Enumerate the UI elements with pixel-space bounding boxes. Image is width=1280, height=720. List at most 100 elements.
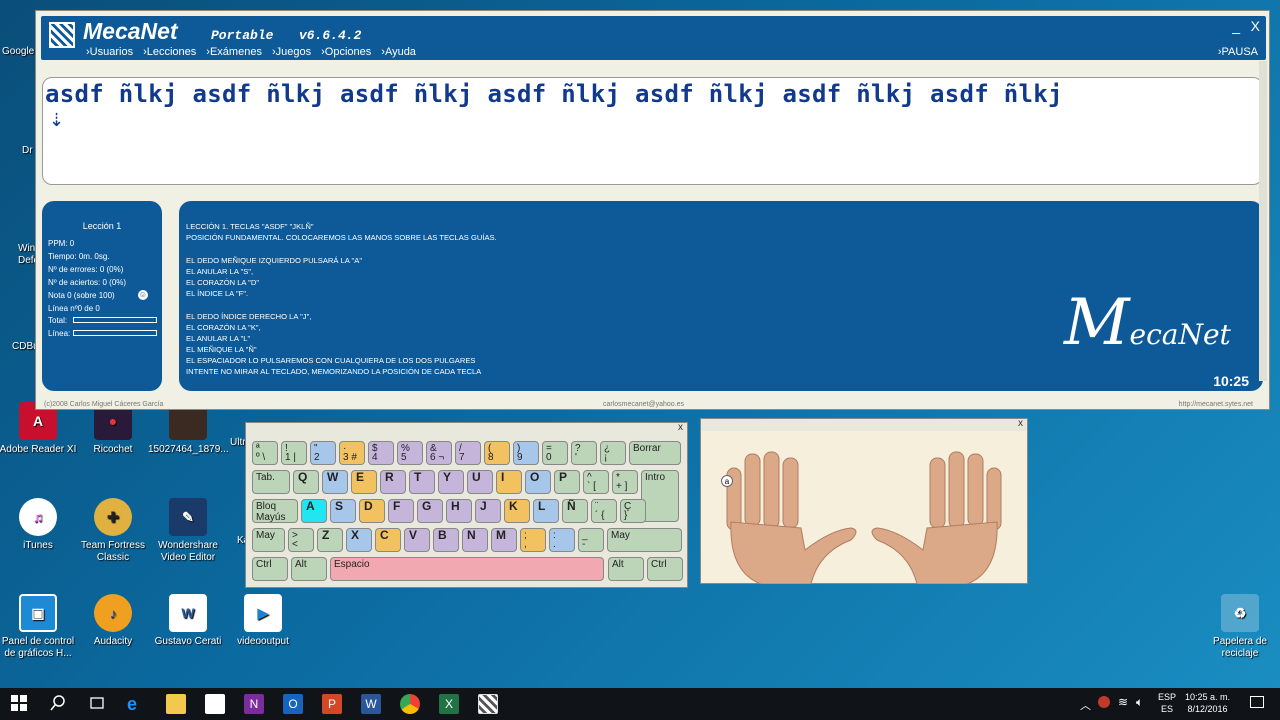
key-row1-5[interactable]: % 5 xyxy=(397,441,423,465)
key-l[interactable]: L xyxy=(533,499,559,523)
key-ñ[interactable]: Ñ xyxy=(562,499,588,523)
menu-item-juegos[interactable]: ›Juegos xyxy=(272,46,311,58)
key-row1-8[interactable]: (8 xyxy=(484,441,510,465)
key-row1-7[interactable]: /7 xyxy=(455,441,481,465)
key-borrar[interactable]: Borrar xyxy=(629,441,681,465)
menu-item-lecciones[interactable]: ›Lecciones xyxy=(143,46,196,58)
key-tab[interactable]: Tab. xyxy=(252,470,290,494)
key-w[interactable]: W xyxy=(322,470,348,494)
key-ctrl-right[interactable]: Ctrl xyxy=(647,557,683,581)
powerpoint-icon[interactable]: P xyxy=(322,694,342,714)
footer-website-link[interactable]: http://mecanet.sytes.net xyxy=(1179,401,1253,408)
volume-icon[interactable]: 🔈︎ xyxy=(1136,695,1143,710)
key-row3-extra-0[interactable]: ¨ ´ { xyxy=(591,499,617,523)
key-f[interactable]: F xyxy=(388,499,414,523)
key-row1-1[interactable]: ! 1 | xyxy=(281,441,307,465)
key-t[interactable]: T xyxy=(409,470,435,494)
desktop-icon-google-partial[interactable]: Google xyxy=(2,46,34,57)
desktop-icon-audacity[interactable]: ♪ Audacity xyxy=(73,594,153,648)
key-row1-9[interactable]: ) 9 xyxy=(513,441,539,465)
desktop-icon-win-partial[interactable]: Win xyxy=(18,243,35,254)
key-row4-9[interactable]: :. xyxy=(549,528,575,552)
key-shift-right[interactable]: May xyxy=(607,528,682,552)
key-c[interactable]: C xyxy=(375,528,401,552)
key-x[interactable]: X xyxy=(346,528,372,552)
desktop-icon-ricochet[interactable]: ● Ricochet xyxy=(73,402,153,456)
key-row1-10[interactable]: = 0 xyxy=(542,441,568,465)
key-ctrl-left[interactable]: Ctrl xyxy=(252,557,288,581)
keyboard-close-button[interactable]: x xyxy=(678,422,683,433)
system-clock[interactable]: 10:25 a. m. 8/12/2016 xyxy=(1185,691,1230,715)
key-row1-2[interactable]: " 2 xyxy=(310,441,336,465)
pause-button[interactable]: ›PAUSA xyxy=(1218,46,1258,58)
key-row4-8[interactable]: ;, xyxy=(520,528,546,552)
key-bloq-mayus[interactable]: Bloq Mayús xyxy=(252,499,298,523)
wifi-icon[interactable]: ≋ xyxy=(1118,695,1128,709)
key-space[interactable]: Espacio xyxy=(330,557,604,581)
hands-title-bar[interactable]: x xyxy=(701,418,1027,431)
key-u[interactable]: U xyxy=(467,470,493,494)
key-n[interactable]: N xyxy=(462,528,488,552)
key-z[interactable]: Z xyxy=(317,528,343,552)
key-v[interactable]: V xyxy=(404,528,430,552)
key-row1-6[interactable]: & 6 ¬ xyxy=(426,441,452,465)
key-y[interactable]: Y xyxy=(438,470,464,494)
desktop-icon-itunes[interactable]: ♫ iTunes xyxy=(0,498,78,552)
key-s[interactable]: S xyxy=(330,499,356,523)
key-row4-0[interactable]: > < xyxy=(288,528,314,552)
word-icon[interactable]: W xyxy=(361,694,381,714)
close-button[interactable]: X xyxy=(1251,18,1260,34)
desktop-icon-wondershare[interactable]: ✎ Wondershare Video Editor xyxy=(148,498,228,564)
key-alt-left[interactable]: Alt xyxy=(291,557,327,581)
menu-item-usuarios[interactable]: ›Usuarios xyxy=(86,46,133,58)
key-row1-0[interactable]: ªº \ xyxy=(252,441,278,465)
excel-icon[interactable]: X xyxy=(439,694,459,714)
key-alt-right[interactable]: Alt xyxy=(608,557,644,581)
menu-item-examenes[interactable]: ›Exámenes xyxy=(206,46,262,58)
desktop-icon-dr-partial[interactable]: Dr xyxy=(22,145,33,156)
edge-browser-icon[interactable]: e xyxy=(127,694,147,714)
key-row1-12[interactable]: ¿ ¡ xyxy=(600,441,626,465)
key-o[interactable]: O xyxy=(525,470,551,494)
language-indicator[interactable]: ESP ES xyxy=(1158,691,1176,715)
menu-item-opciones[interactable]: ›Opciones xyxy=(321,46,371,58)
title-bar[interactable]: MecaNet Portable v6.6.4.2 ›Usuarios ›Lec… xyxy=(41,16,1266,60)
key-h[interactable]: H xyxy=(446,499,472,523)
desktop-icon-ultr-partial[interactable]: Ultr xyxy=(230,437,246,448)
key-row1-11[interactable]: ? ' xyxy=(571,441,597,465)
desktop-icon-adobe-reader[interactable]: A Adobe Reader XI xyxy=(0,402,78,456)
key-row2-extra-0[interactable]: ^ ` [ xyxy=(583,470,609,494)
task-view-icon[interactable] xyxy=(88,694,108,714)
desktop-icon-recycle-bin[interactable]: ♻ Papelera de reciclaje xyxy=(1200,594,1280,660)
minimize-button[interactable]: _ xyxy=(1232,18,1240,34)
desktop-icon-team-fortress[interactable]: ✚ Team Fortress Classic xyxy=(73,498,153,564)
start-windows-icon[interactable] xyxy=(10,694,30,714)
search-icon[interactable] xyxy=(49,694,69,714)
key-row1-3[interactable]: · 3 # xyxy=(339,441,365,465)
key-intro[interactable]: Intro xyxy=(641,470,679,522)
onenote-icon[interactable]: N xyxy=(244,694,264,714)
notifications-icon[interactable] xyxy=(1250,696,1264,708)
key-q[interactable]: Q xyxy=(293,470,319,494)
desktop-icon-gustavo-cerati[interactable]: W Gustavo Cerati xyxy=(148,594,228,648)
mecanet-taskbar-icon[interactable] xyxy=(478,694,498,714)
tray-expand-icon[interactable]: ︿ xyxy=(1080,697,1091,713)
vertical-scrollbar[interactable] xyxy=(1259,61,1267,381)
key-k[interactable]: K xyxy=(504,499,530,523)
key-g[interactable]: G xyxy=(417,499,443,523)
store-icon[interactable] xyxy=(205,694,225,714)
desktop-icon-intel-graphics[interactable]: ▣ Panel de control de gráficos H... xyxy=(0,594,78,660)
desktop-icon-videooutput[interactable]: ▶ videooutput xyxy=(223,594,303,648)
key-row3-extra-1[interactable]: Ç} xyxy=(620,499,646,523)
key-p[interactable]: P xyxy=(554,470,580,494)
key-b[interactable]: B xyxy=(433,528,459,552)
key-row1-4[interactable]: $4 xyxy=(368,441,394,465)
desktop-icon-image-file[interactable]: 15027464_1879... xyxy=(148,402,229,456)
key-row2-extra-1[interactable]: * + ] xyxy=(612,470,638,494)
practice-text-panel[interactable]: asdf ñlkj asdf ñlkj asdf ñlkj asdf ñlkj … xyxy=(42,77,1263,185)
hands-close-button[interactable]: x xyxy=(1018,418,1023,429)
key-r[interactable]: R xyxy=(380,470,406,494)
key-row4-10[interactable]: _ - xyxy=(578,528,604,552)
key-e[interactable]: E xyxy=(351,470,377,494)
chrome-icon[interactable] xyxy=(400,694,420,714)
